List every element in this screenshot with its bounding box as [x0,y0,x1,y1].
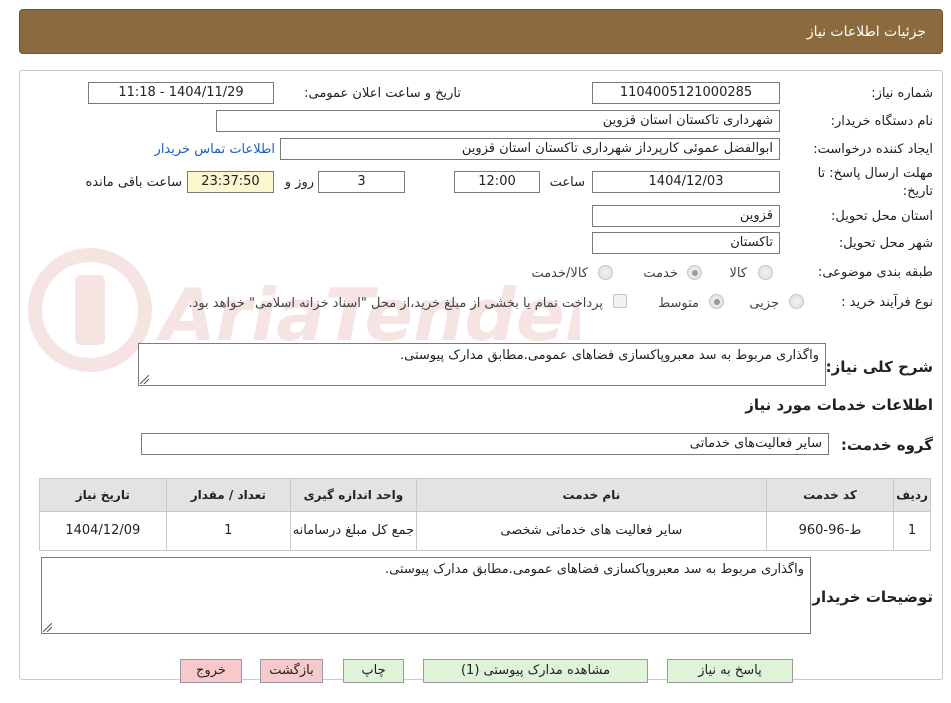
deadline-date-field: 1404/12/03 [592,171,780,193]
cell-row-number: 1 [893,511,931,551]
cell-service-name: سایر فعالیت های خدماتی شخصی [415,511,767,551]
delivery-city-label: شهر محل تحویل: [838,236,933,251]
buyer-contact-link[interactable]: اطلاعات تماس خریدار [155,142,275,157]
general-description-text: واگذاری مربوط به سد معبروپاکسازی فضاهای … [400,348,819,363]
requester-field: ابوالفضل عموئی کارپرداز شهرداری تاکستان … [280,138,780,160]
buyer-org-field: شهرداری تاکستان استان قزوین [216,110,780,132]
deadline-label-line2: تاریخ: [902,184,933,199]
resize-grip-icon[interactable] [140,375,149,384]
back-button[interactable]: بازگشت [260,659,323,683]
treasury-payment-checkbox[interactable] [613,294,627,308]
col-header-service-name: نام خدمت [415,478,767,512]
table-row: 1 ط-96-960 سایر فعالیت های خدماتی شخصی ج… [39,511,931,551]
announce-datetime-label: تاریخ و ساعت اعلان عمومی: [304,86,461,101]
view-attachments-button[interactable]: مشاهده مدارک پیوستی (1) [423,659,648,683]
delivery-province-label: استان محل تحویل: [831,209,933,224]
col-header-row-number: ردیف [893,478,931,512]
col-header-service-code: کد خدمت [765,478,895,512]
service-group-field: سایر فعالیت‌های خدماتی [141,433,829,455]
category-goods-radio[interactable] [758,265,773,280]
deadline-time-field: 12:00 [454,171,540,193]
category-service-radio[interactable] [687,265,702,280]
respond-button[interactable]: پاسخ به نیاز [667,659,793,683]
print-button[interactable]: چاپ [343,659,404,683]
purchase-medium-option: متوسط [658,296,699,311]
category-goods-service-radio[interactable] [598,265,613,280]
cell-quantity: 1 [165,511,292,551]
category-goods-service-option: کالا/خدمت [531,266,588,281]
cell-need-date: 1404/12/09 [39,511,167,551]
category-label: طبقه بندی موضوعی: [817,265,933,280]
remaining-time-field: 23:37:50 [187,171,274,193]
col-header-unit: واحد اندازه گیری [290,478,417,512]
page-header: جزئیات اطلاعات نیاز [19,9,943,54]
page-title: جزئیات اطلاعات نیاز [806,24,926,40]
services-table: ردیف کد خدمت نام خدمت واحد اندازه گیری ت… [39,478,931,551]
buyer-notes-label: توضیحات خریدار: [806,588,933,606]
general-description-label: شرح کلی نیاز: [825,358,933,376]
col-header-need-date: تاریخ نیاز [39,478,167,512]
cell-service-code: ط-96-960 [765,511,895,551]
purchase-minor-option: جزیی [749,296,779,311]
col-header-quantity: تعداد / مقدار [165,478,292,512]
announce-datetime-field: 1404/11/29 - 11:18 [88,82,274,104]
general-description-field: واگذاری مربوط به سد معبروپاکسازی فضاهای … [138,343,826,386]
purchase-type-label: نوع فرآیند خرید : [841,295,933,310]
requester-label: ایجاد کننده درخواست: [813,142,933,157]
remaining-time-label: ساعت باقی مانده [85,175,182,190]
buyer-notes-field: واگذاری مربوط به سد معبروپاکسازی فضاهای … [41,557,811,634]
service-group-label: گروه خدمت: [840,436,933,454]
deadline-days-field: 3 [318,171,405,193]
category-service-option: خدمت [643,266,678,281]
table-header-row: ردیف کد خدمت نام خدمت واحد اندازه گیری ت… [39,478,931,512]
category-goods-option: کالا [729,266,747,281]
purchase-medium-radio[interactable] [709,294,724,309]
cell-unit: جمع کل مبلغ درسامانه [290,511,417,551]
purchase-minor-radio[interactable] [789,294,804,309]
deadline-days-label: روز و [284,175,314,190]
buyer-org-label: نام دستگاه خریدار: [830,114,933,129]
need-number-field: 1104005121000285 [592,82,780,104]
treasury-payment-note: پرداخت تمام یا بخشی از مبلغ خرید،از محل … [188,296,603,311]
deadline-time-label: ساعت [549,175,585,190]
deadline-label-line1: مهلت ارسال پاسخ: تا [817,166,933,181]
delivery-province-field: قزوین [592,205,780,227]
delivery-city-field: تاکستان [592,232,780,254]
exit-button[interactable]: خروج [180,659,242,683]
services-section-title: اطلاعات خدمات مورد نیاز [745,396,933,414]
buyer-notes-text: واگذاری مربوط به سد معبروپاکسازی فضاهای … [385,562,804,577]
resize-grip-icon[interactable] [43,623,52,632]
need-number-label: شماره نیاز: [871,86,933,101]
